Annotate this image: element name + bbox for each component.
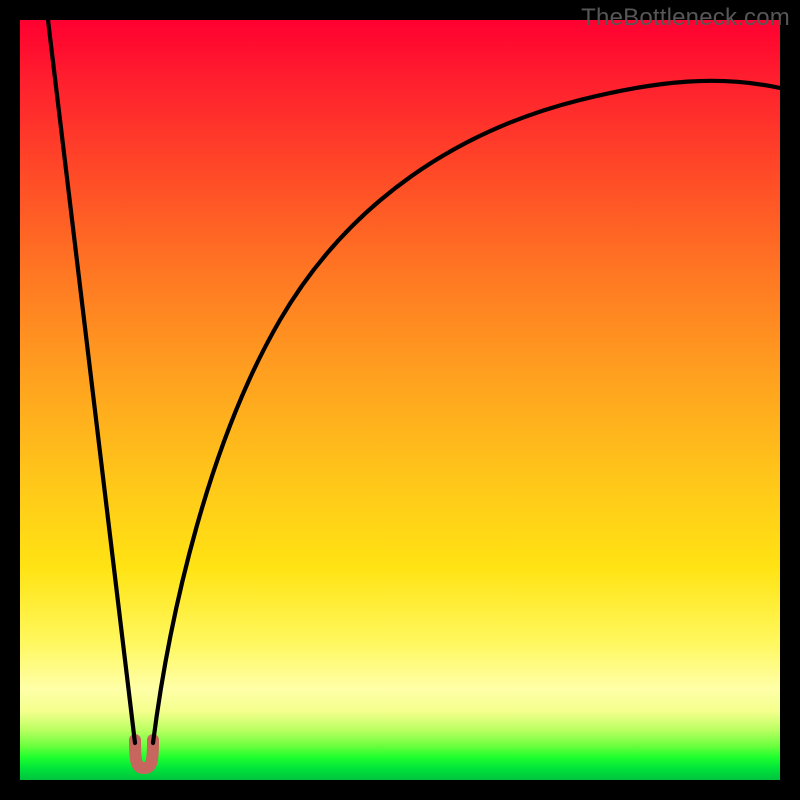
curve-layer	[20, 20, 780, 780]
chart-frame: TheBottleneck.com	[0, 0, 800, 800]
curve-left-branch	[48, 20, 135, 743]
optimal-point-marker	[135, 740, 153, 768]
plot-area	[20, 20, 780, 780]
curve-right-branch	[153, 81, 780, 743]
